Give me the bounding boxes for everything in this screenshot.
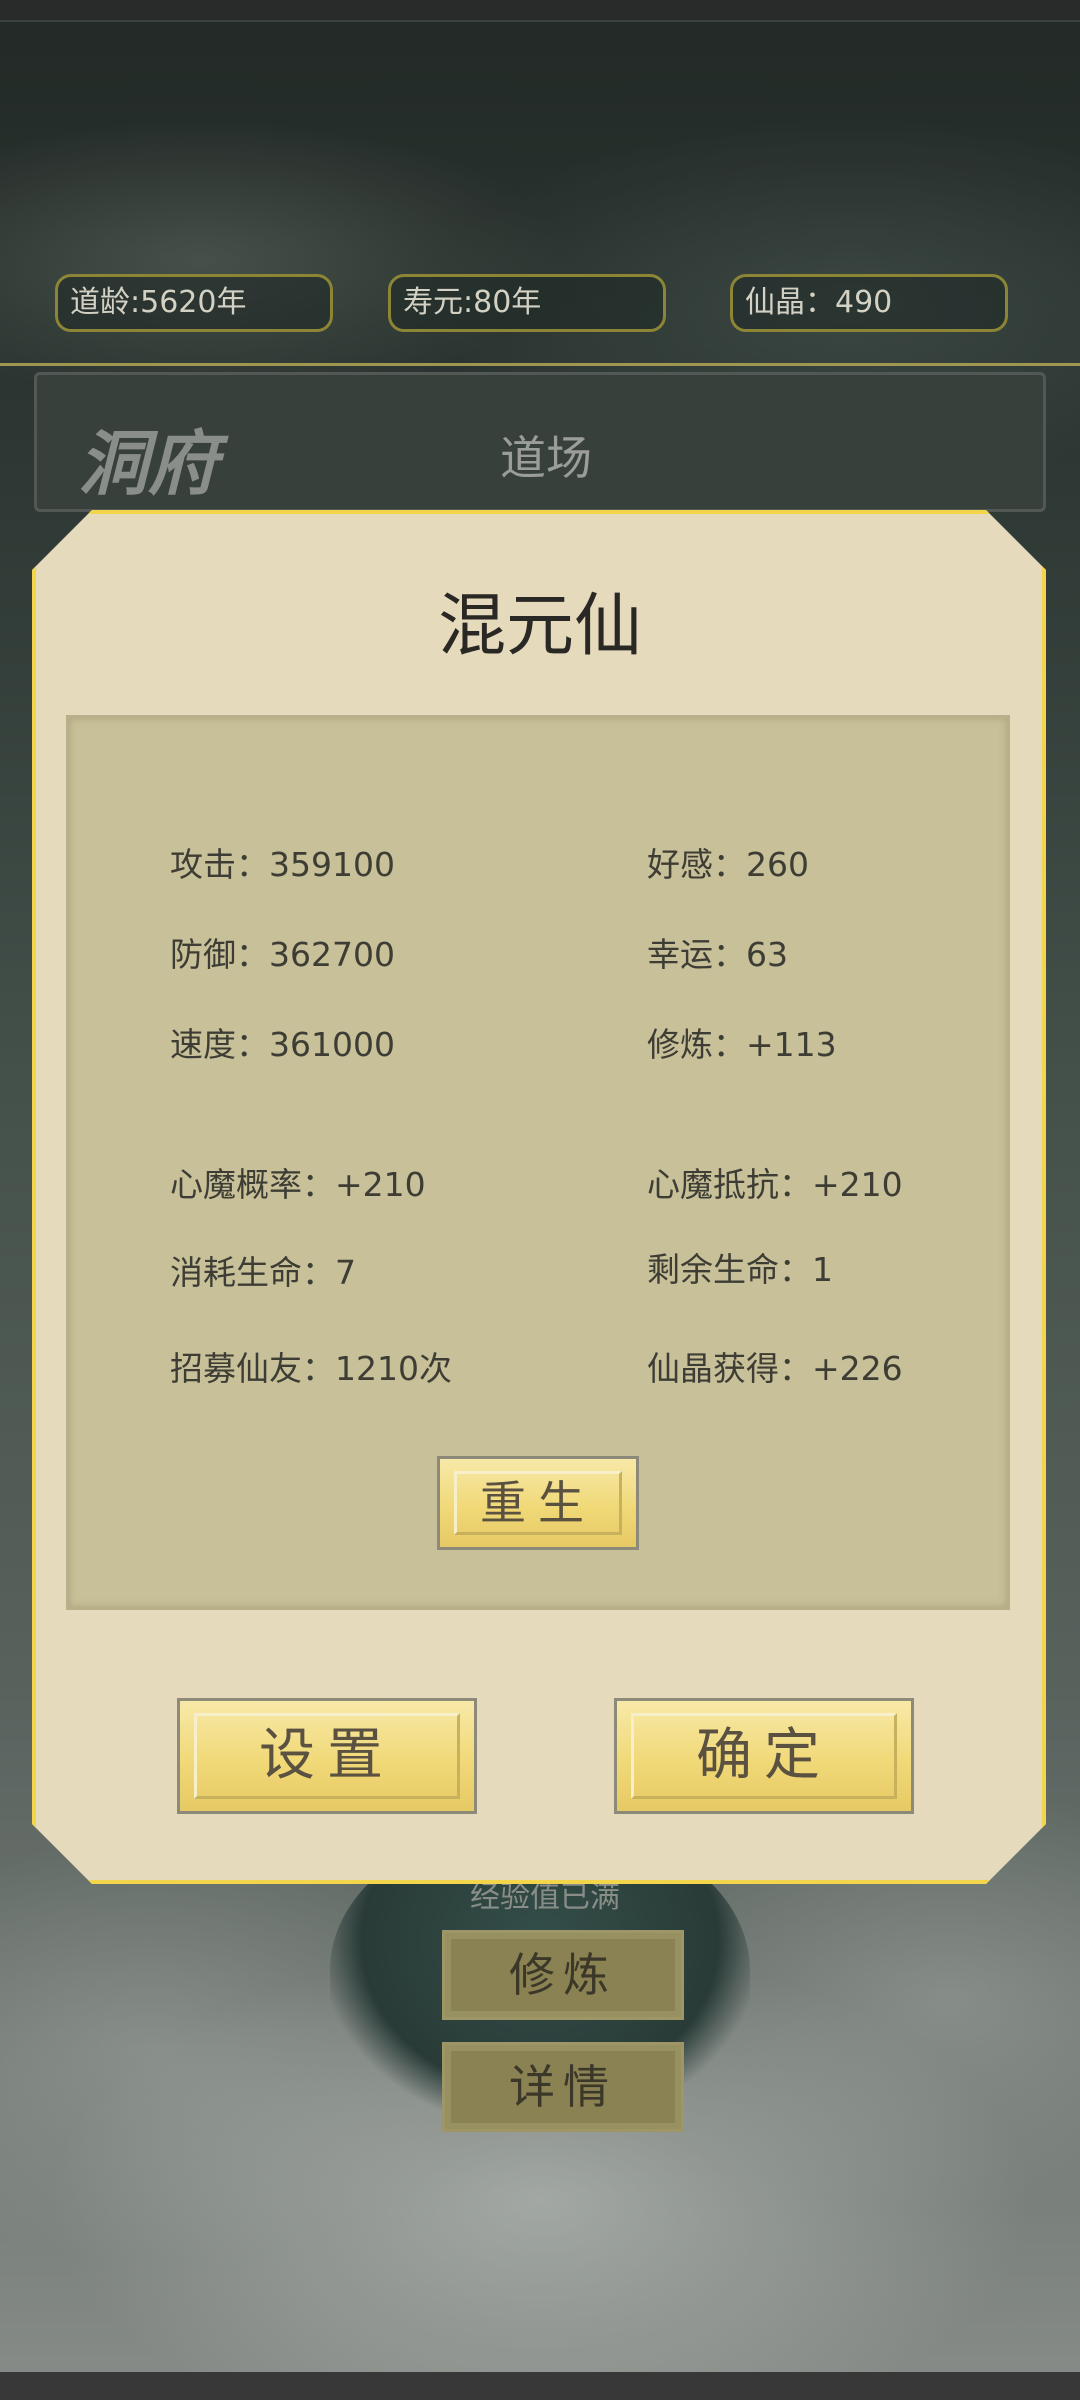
stat-cultivation: 修炼：+113 [647, 1025, 837, 1064]
stat-life-used: 消耗生命：7 [170, 1253, 356, 1292]
stat-demon-rate: 心魔概率：+210 [170, 1165, 426, 1204]
stat-luck: 幸运：63 [647, 935, 788, 974]
settings-button-label: 设置 [259, 1723, 395, 1788]
rebirth-button[interactable]: 重生 [437, 1456, 639, 1550]
confirm-button[interactable]: 确定 [614, 1698, 914, 1814]
stat-attack: 攻击：359100 [170, 845, 395, 884]
stat-speed: 速度：361000 [170, 1025, 395, 1064]
dialog-title: 混元仙 [437, 587, 642, 666]
stat-demon-resist: 心魔抵抗：+210 [647, 1165, 903, 1204]
stat-recruit: 招募仙友：1210次 [170, 1349, 452, 1388]
stat-life-left: 剩余生命：1 [647, 1250, 833, 1289]
rebirth-button-label: 重生 [480, 1476, 596, 1530]
stat-defense: 防御：362700 [170, 935, 395, 974]
settings-button[interactable]: 设置 [177, 1698, 477, 1814]
confirm-button-label: 确定 [696, 1723, 832, 1788]
stat-favor: 好感：260 [647, 845, 809, 884]
stat-crystal-gain: 仙晶获得：+226 [647, 1349, 903, 1388]
